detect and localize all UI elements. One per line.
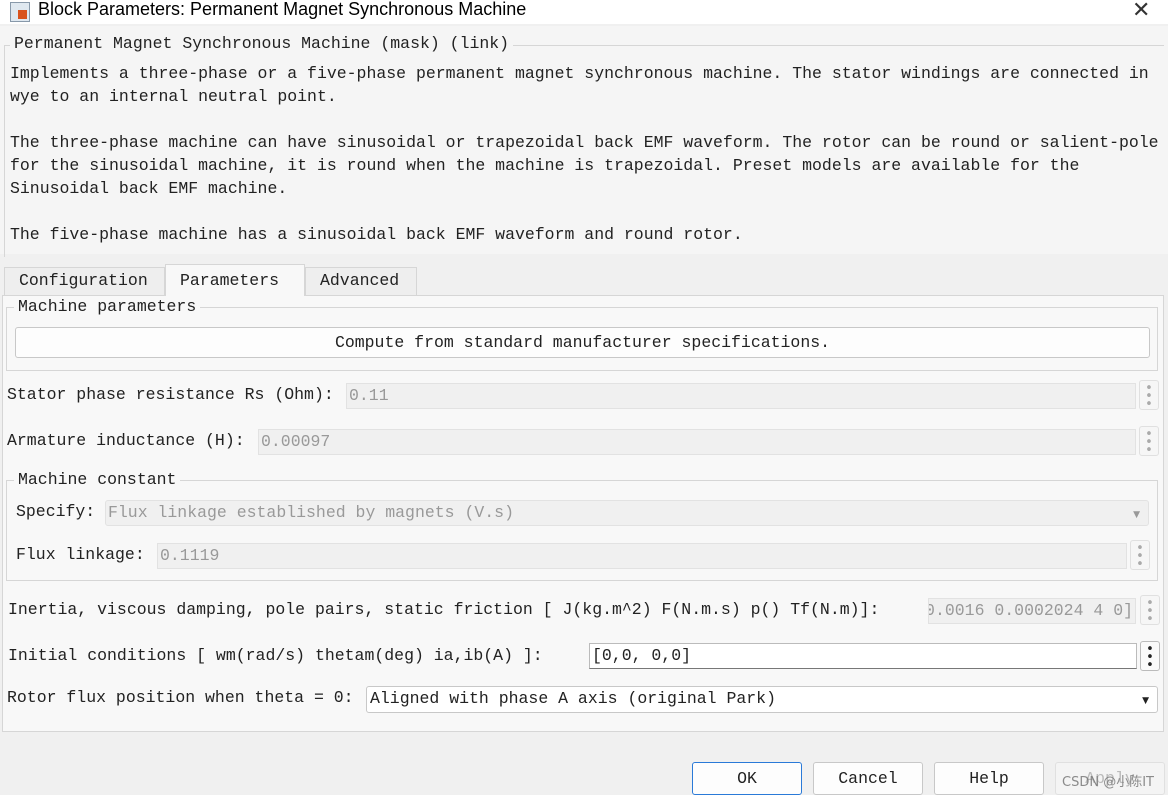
- inertia-more-icon[interactable]: • • •: [1140, 595, 1160, 626]
- flux-label: Flux linkage:: [16, 545, 145, 564]
- description-paragraph: The five-phase machine has a sinusoidal …: [10, 225, 743, 244]
- initial-conditions-label: Initial conditions [ wm(rad/s) thetam(de…: [8, 646, 543, 665]
- tab-configuration[interactable]: Configuration: [4, 267, 165, 295]
- rs-more-icon[interactable]: • • •: [1139, 380, 1159, 411]
- specify-label: Specify:: [16, 502, 96, 521]
- initial-conditions-input[interactable]: [0,0, 0,0]: [589, 643, 1137, 669]
- rotor-flux-dropdown[interactable]: Aligned with phase A axis (original Park…: [366, 686, 1158, 713]
- specify-value: Flux linkage established by magnets (V.s…: [108, 503, 514, 522]
- flux-input[interactable]: 0.1119: [157, 543, 1127, 569]
- description-title: Permanent Magnet Synchronous Machine (ma…: [10, 34, 514, 53]
- description-panel: Permanent Magnet Synchronous Machine (ma…: [0, 26, 1168, 257]
- inertia-label: Inertia, viscous damping, pole pairs, st…: [8, 600, 880, 619]
- la-input[interactable]: 0.00097: [258, 429, 1136, 455]
- la-label: Armature inductance (H):: [7, 431, 245, 450]
- rotor-flux-value: Aligned with phase A axis (original Park…: [370, 689, 776, 708]
- rs-input[interactable]: 0.11: [346, 383, 1136, 409]
- rs-label: Stator phase resistance Rs (Ohm):: [7, 385, 334, 404]
- chevron-down-icon: ▼: [1133, 510, 1140, 520]
- machine-parameters-title: Machine parameters: [14, 297, 201, 316]
- chevron-down-icon: ▼: [1142, 696, 1149, 706]
- tab-advanced[interactable]: Advanced: [305, 267, 417, 295]
- window-title: Block Parameters: Permanent Magnet Synch…: [38, 0, 527, 19]
- watermark: CSDN @小陈IT: [1062, 775, 1154, 790]
- machine-constant-title: Machine constant: [14, 470, 181, 489]
- description-paragraph: The three-phase machine can have sinusoi…: [10, 133, 1159, 198]
- inertia-value: [0.0016 0.0002024 4 0]: [928, 601, 1133, 620]
- compute-button[interactable]: Compute from standard manufacturer speci…: [15, 327, 1150, 358]
- rotor-flux-label: Rotor flux position when theta = 0:: [7, 688, 354, 707]
- description-paragraph: Implements a three-phase or a five-phase…: [10, 64, 1149, 106]
- close-icon[interactable]: ✕: [1132, 0, 1150, 23]
- cancel-button[interactable]: Cancel: [813, 762, 923, 795]
- help-button[interactable]: Help: [934, 762, 1044, 795]
- initial-more-icon[interactable]: • • •: [1140, 641, 1160, 672]
- ok-button[interactable]: OK: [692, 762, 802, 795]
- simulink-block-icon: [10, 2, 30, 22]
- inertia-input[interactable]: [0.0016 0.0002024 4 0]: [928, 598, 1136, 624]
- la-more-icon[interactable]: • • •: [1139, 426, 1159, 457]
- tab-parameters[interactable]: Parameters: [165, 264, 305, 296]
- flux-more-icon[interactable]: • • •: [1130, 540, 1150, 571]
- specify-dropdown[interactable]: Flux linkage established by magnets (V.s…: [105, 500, 1149, 526]
